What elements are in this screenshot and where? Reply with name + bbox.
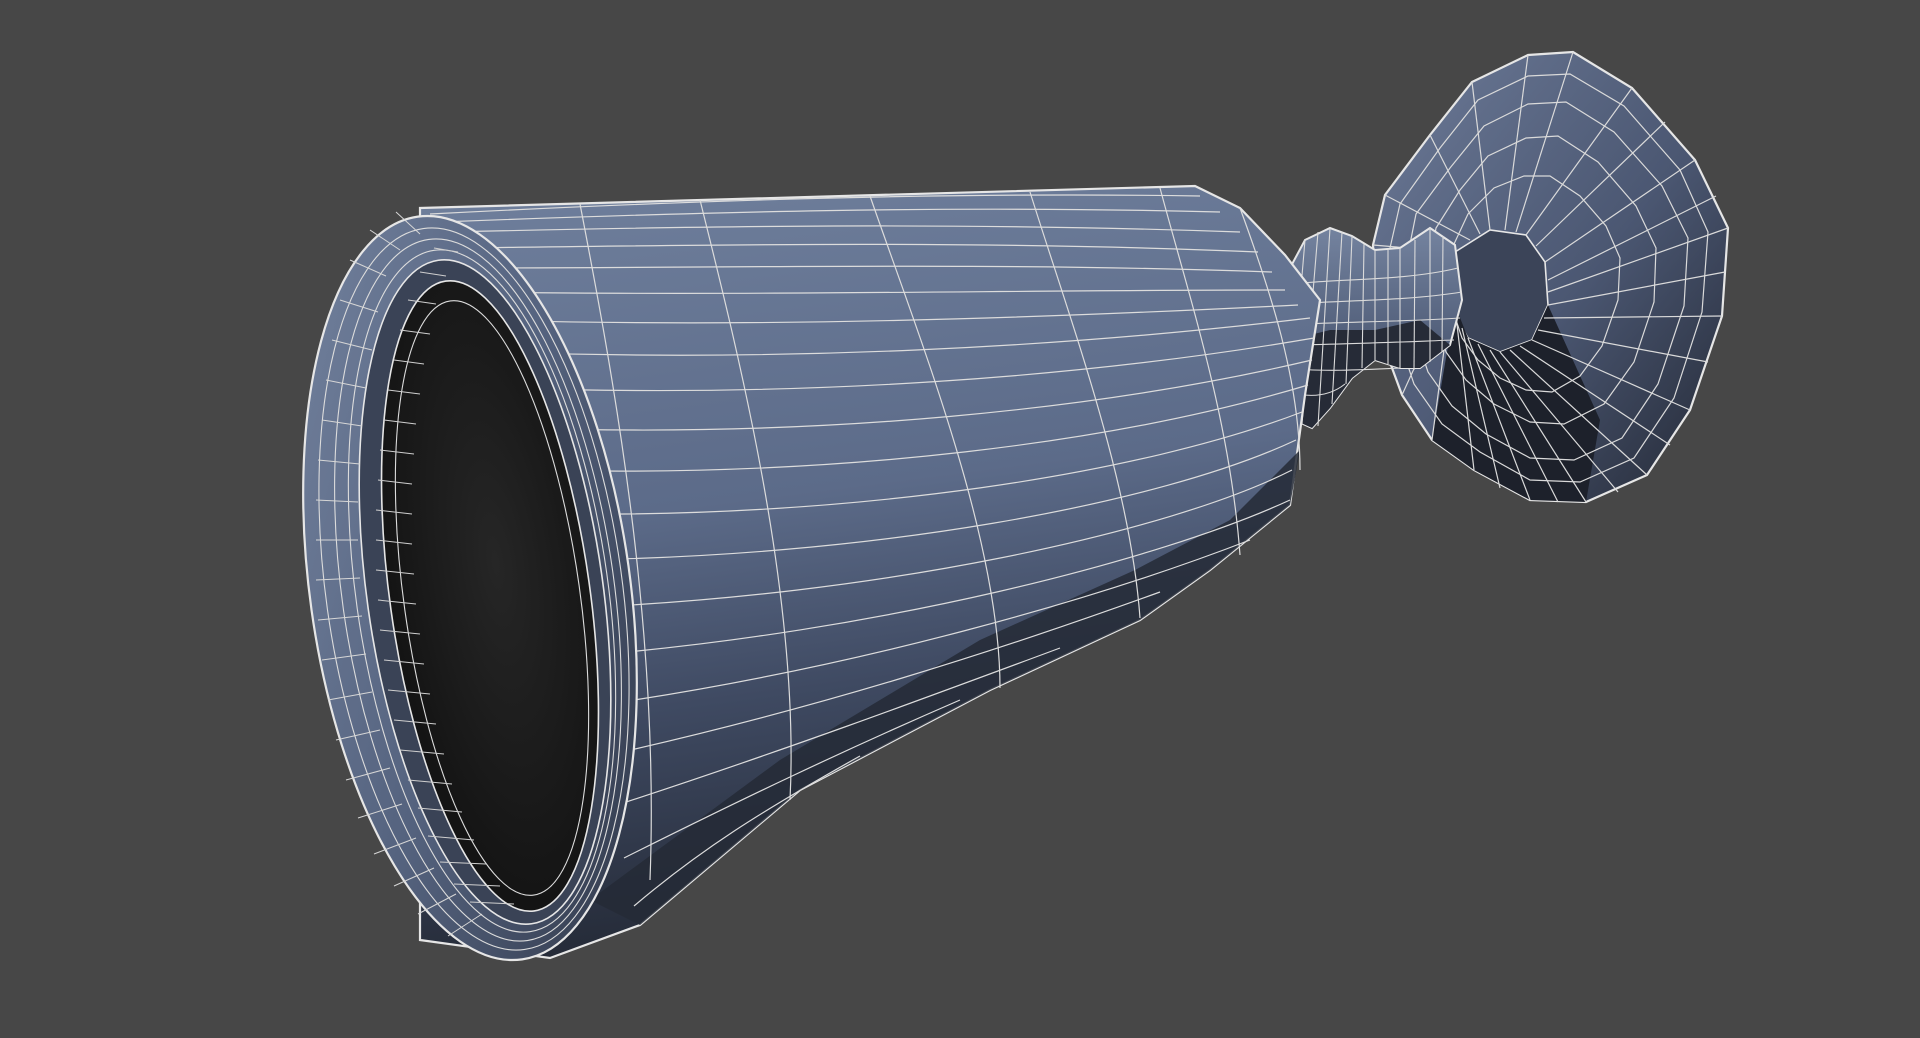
3d-viewport[interactable] [0, 0, 1920, 1038]
viewport-canvas[interactable] [0, 0, 1920, 1038]
